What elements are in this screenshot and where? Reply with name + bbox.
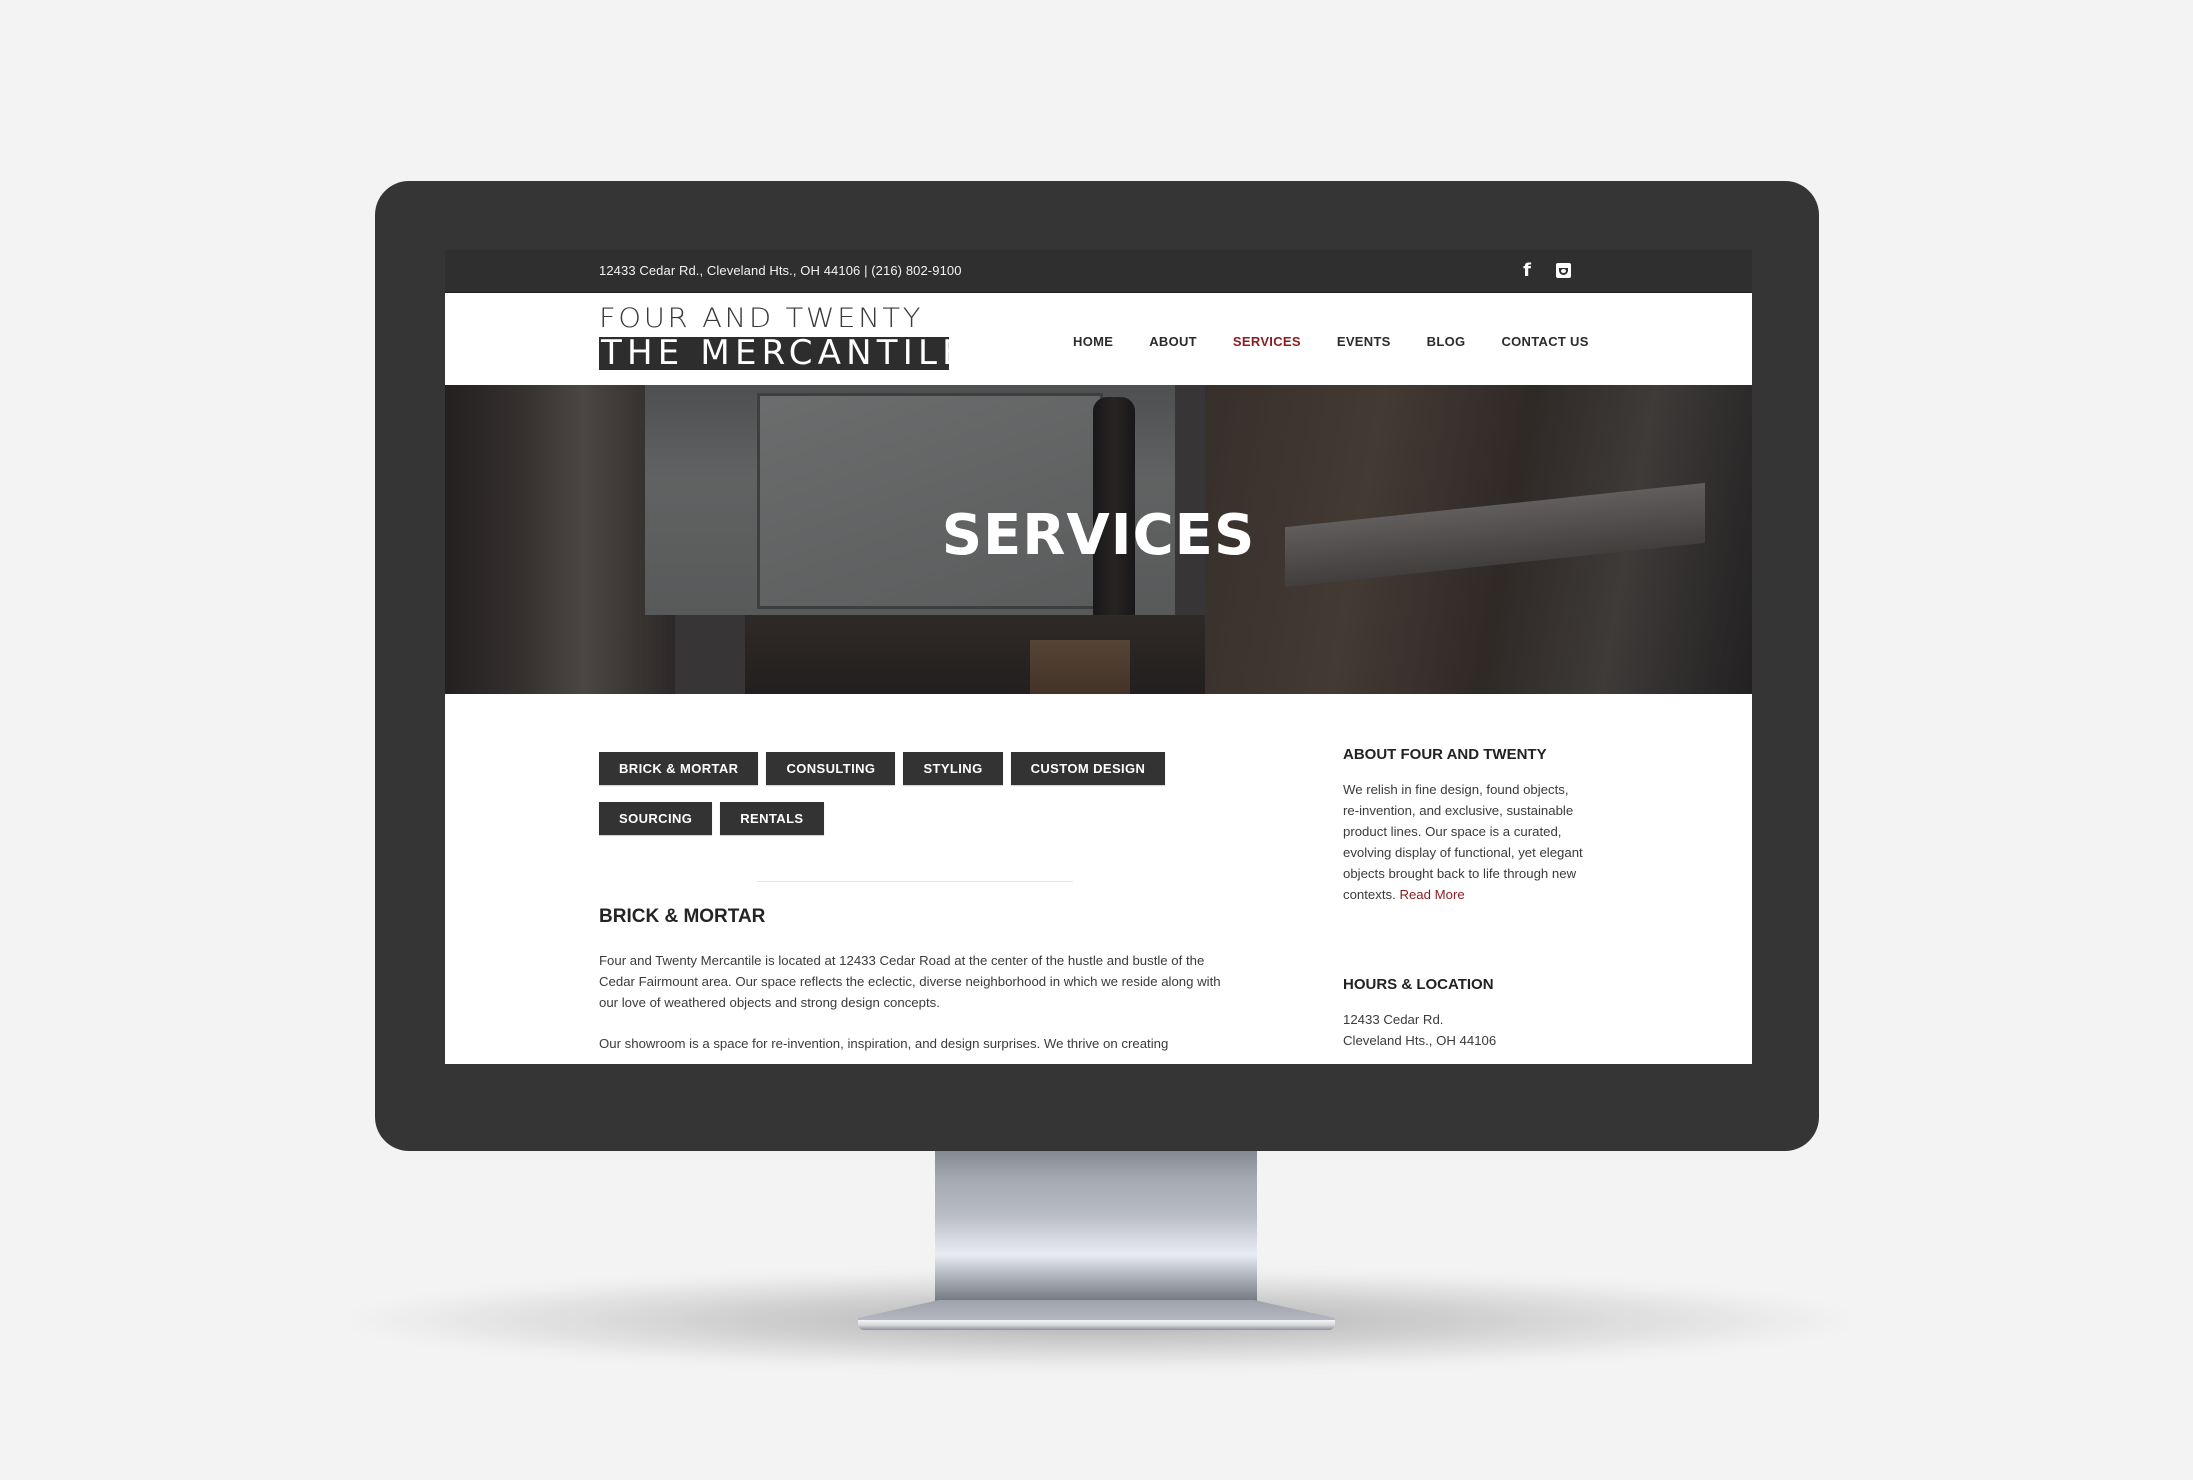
- address-line-1: 12433 Cedar Rd.: [1343, 1012, 1444, 1027]
- monitor-stand-base: [858, 1320, 1335, 1330]
- tab-rentals[interactable]: RENTALS: [720, 802, 824, 835]
- page-content: BRICK & MORTAR CONSULTING STYLING CUSTOM…: [445, 694, 1752, 1064]
- nav-home[interactable]: HOME: [1073, 334, 1113, 349]
- nav-services[interactable]: SERVICES: [1233, 334, 1301, 349]
- service-tabs-row-2: SOURCING RENTALS: [599, 802, 824, 835]
- hours-title: HOURS & LOCATION: [1343, 976, 1494, 993]
- facebook-glyph: f: [1523, 259, 1531, 281]
- instagram-icon[interactable]: [1553, 260, 1573, 280]
- service-tabs-row-1: BRICK & MORTAR CONSULTING STYLING CUSTOM…: [599, 752, 1166, 785]
- address-line-2: Cleveland Hts., OH 44106: [1343, 1033, 1497, 1048]
- location-address: 12433 Cedar Rd. Cleveland Hts., OH 44106: [1343, 1009, 1583, 1051]
- about-description: We relish in fine design, found objects,…: [1343, 782, 1583, 902]
- site-header: FOUR AND TWENTY THE MERCANTILE HOME ABOU…: [445, 293, 1752, 385]
- nav-about[interactable]: ABOUT: [1149, 334, 1197, 349]
- tab-brick-mortar[interactable]: BRICK & MORTAR: [599, 752, 759, 785]
- site-logo[interactable]: FOUR AND TWENTY THE MERCANTILE: [599, 302, 949, 370]
- sidebar-about: ABOUT FOUR AND TWENTY We relish in fine …: [1343, 746, 1583, 905]
- nav-events[interactable]: EVENTS: [1337, 334, 1391, 349]
- logo-line-2: THE MERCANTILE: [599, 337, 949, 370]
- about-title: ABOUT FOUR AND TWENTY: [1343, 746, 1547, 763]
- section-title: BRICK & MORTAR: [599, 906, 766, 927]
- paragraph-1: Four and Twenty Mercantile is located at…: [599, 953, 1221, 1010]
- about-text: We relish in fine design, found objects,…: [1343, 779, 1583, 905]
- instagram-glyph: [1555, 262, 1571, 278]
- tab-custom-design[interactable]: CUSTOM DESIGN: [1010, 752, 1166, 785]
- tab-sourcing[interactable]: SOURCING: [599, 802, 713, 835]
- hero-banner: SERVICES: [445, 385, 1752, 694]
- contact-address: 12433 Cedar Rd., Cleveland Hts., OH 4410…: [599, 263, 962, 278]
- website-screen: 12433 Cedar Rd., Cleveland Hts., OH 4410…: [445, 250, 1752, 1064]
- facebook-icon[interactable]: f: [1517, 259, 1537, 281]
- read-more-link[interactable]: Read More: [1399, 887, 1464, 902]
- paragraph-2: Our showroom is a space for re-invention…: [599, 1036, 1169, 1051]
- tab-styling[interactable]: STYLING: [903, 752, 1003, 785]
- nav-blog[interactable]: BLOG: [1427, 334, 1466, 349]
- sidebar-hours: HOURS & LOCATION 12433 Cedar Rd. Clevela…: [1343, 976, 1583, 1051]
- monitor-stand-neck: [935, 1146, 1257, 1321]
- hero-title: SERVICES: [941, 503, 1256, 568]
- section-divider: [757, 881, 1073, 882]
- main-nav: HOME ABOUT SERVICES EVENTS BLOG CONTACT …: [1073, 334, 1589, 349]
- top-bar: 12433 Cedar Rd., Cleveland Hts., OH 4410…: [445, 250, 1752, 293]
- logo-line-1: FOUR AND TWENTY: [599, 302, 924, 334]
- tab-consulting[interactable]: CONSULTING: [766, 752, 896, 785]
- nav-contact-us[interactable]: CONTACT US: [1501, 334, 1588, 349]
